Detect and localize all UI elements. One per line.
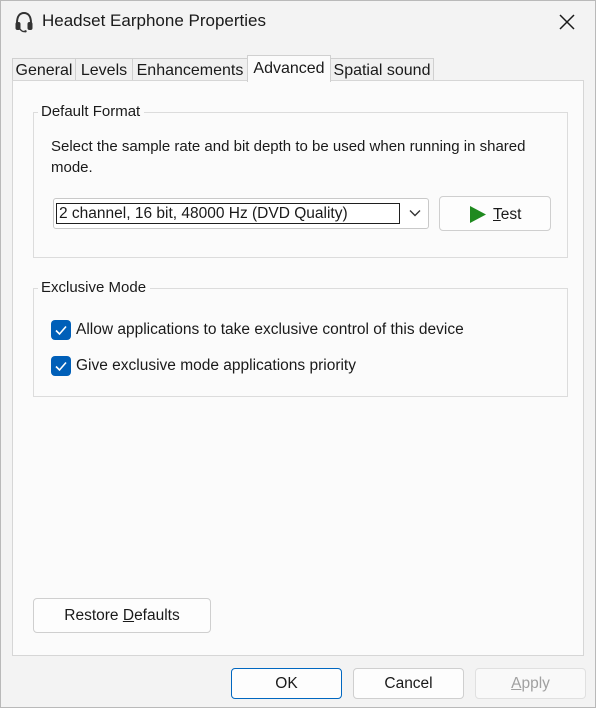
exclusive-mode-legend: Exclusive Mode [38,279,151,297]
close-icon [559,14,575,30]
cancel-button[interactable]: Cancel [353,668,464,699]
chevron-down-icon [409,210,421,217]
advanced-tab-panel: Default Format Select the sample rate an… [12,80,584,656]
test-button[interactable]: Test [439,196,551,231]
apply-button[interactable]: Apply [475,668,586,699]
tab-spatial-sound[interactable]: Spatial sound [330,58,434,81]
window-title: Headset Earphone Properties [42,11,266,30]
ok-button[interactable]: OK [231,668,342,699]
properties-window: Headset Earphone Properties General Leve… [0,0,596,708]
tab-general[interactable]: General [12,58,76,81]
format-dropdown-value: 2 channel, 16 bit, 48000 Hz (DVD Quality… [56,203,400,224]
exclusive-mode-group [33,288,568,397]
allow-exclusive-control-checkbox[interactable] [51,320,71,340]
play-icon [470,206,486,223]
tab-advanced[interactable]: Advanced [247,55,331,82]
exclusive-priority-label: Give exclusive mode applications priorit… [76,357,356,374]
close-button[interactable] [549,7,585,37]
checkmark-icon [55,361,67,372]
test-button-label: Test [493,206,522,223]
exclusive-priority-checkbox[interactable] [51,356,71,376]
title-bar: Headset Earphone Properties [1,1,595,43]
default-format-group [33,112,568,258]
headset-icon [15,11,33,33]
restore-defaults-button[interactable]: Restore Defaults [33,598,211,633]
checkmark-icon [55,325,67,336]
format-dropdown[interactable]: 2 channel, 16 bit, 48000 Hz (DVD Quality… [53,198,429,229]
default-format-description-line2: mode. [51,159,93,176]
default-format-description-line1: Select the sample rate and bit depth to … [51,138,526,155]
tab-enhancements[interactable]: Enhancements [132,58,248,81]
default-format-legend: Default Format [38,103,145,121]
allow-exclusive-control-label: Allow applications to take exclusive con… [76,321,464,338]
tab-levels[interactable]: Levels [75,58,133,81]
